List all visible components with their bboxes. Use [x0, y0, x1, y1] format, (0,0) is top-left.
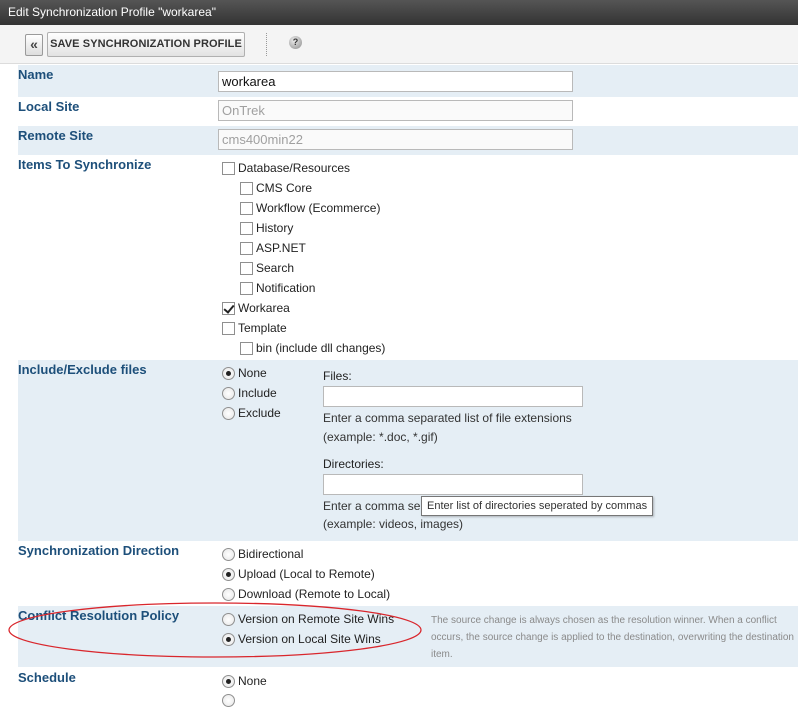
toolbar: « SAVE SYNCHRONIZATION PROFILE ?	[0, 25, 798, 64]
schedule-next-radio[interactable]	[222, 694, 235, 707]
exclude-radio[interactable]	[222, 407, 235, 420]
items-row	[18, 155, 798, 360]
directories-tooltip: Enter list of directories seperated by c…	[421, 496, 654, 516]
history-checkbox[interactable]	[240, 222, 253, 235]
schedule-none-label: None	[238, 674, 267, 688]
local-site-input: OnTrek	[218, 100, 573, 121]
conflict-description: The source change is always chosen as th…	[431, 615, 794, 660]
direction-label: Synchronization Direction	[18, 543, 180, 558]
notification-label: Notification	[256, 281, 316, 295]
aspnet-label: ASP.NET	[256, 241, 306, 255]
toolbar-separator	[266, 33, 267, 56]
exclude-radio-label: Exclude	[238, 406, 281, 420]
bidirectional-label: Bidirectional	[238, 547, 304, 561]
workarea-label: Workarea	[238, 301, 290, 315]
schedule-row	[18, 667, 798, 697]
back-chevron-icon: «	[30, 36, 38, 52]
database-checkbox[interactable]	[222, 162, 235, 175]
directories-input[interactable]	[323, 474, 583, 495]
include-exclude-label: Include/Exclude files	[18, 362, 147, 377]
directories-help-line2: (example: videos, images)	[323, 517, 464, 531]
upload-label: Upload (Local to Remote)	[238, 567, 375, 581]
bidirectional-radio[interactable]	[222, 548, 235, 561]
workflow-checkbox[interactable]	[240, 202, 253, 215]
cms-core-checkbox[interactable]	[240, 182, 253, 195]
upload-radio[interactable]	[222, 568, 235, 581]
template-label: Template	[238, 321, 287, 335]
cms-core-label: CMS Core	[256, 181, 313, 195]
bin-checkbox[interactable]	[240, 342, 253, 355]
back-button[interactable]: «	[25, 34, 43, 56]
none-radio[interactable]	[222, 367, 235, 380]
bin-label: bin (include dll changes)	[256, 341, 386, 355]
include-radio-label: Include	[238, 386, 277, 400]
save-profile-button[interactable]: SAVE SYNCHRONIZATION PROFILE	[47, 32, 245, 57]
items-label: Items To Synchronize	[18, 157, 152, 172]
schedule-label: Schedule	[18, 670, 76, 685]
name-input[interactable]: workarea	[218, 71, 573, 92]
schedule-none-radio[interactable]	[222, 675, 235, 688]
template-checkbox[interactable]	[222, 322, 235, 335]
annotation-ellipse	[8, 602, 422, 658]
database-label: Database/Resources	[238, 161, 351, 175]
remote-site-input: cms400min22	[218, 129, 573, 150]
history-label: History	[256, 221, 294, 235]
aspnet-checkbox[interactable]	[240, 242, 253, 255]
name-label: Name	[18, 67, 54, 82]
files-label: Files:	[323, 369, 352, 383]
include-radio[interactable]	[222, 387, 235, 400]
download-label: Download (Remote to Local)	[238, 587, 391, 601]
search-checkbox[interactable]	[240, 262, 253, 275]
files-help-line2: (example: *.doc, *.gif)	[323, 430, 438, 444]
remote-site-label: Remote Site	[18, 128, 94, 143]
files-input[interactable]	[323, 386, 583, 407]
search-label: Search	[256, 261, 295, 275]
workflow-label: Workflow (Ecommerce)	[256, 201, 381, 215]
help-icon[interactable]: ?	[289, 36, 302, 49]
workarea-checkbox[interactable]	[222, 302, 235, 315]
notification-checkbox[interactable]	[240, 282, 253, 295]
directories-label: Directories:	[323, 457, 384, 471]
directories-help-line1: Enter a comma se	[323, 499, 421, 513]
window-title: Edit Synchronization Profile "workarea"	[0, 0, 798, 25]
none-radio-label: None	[238, 366, 267, 380]
local-site-label: Local Site	[18, 99, 80, 114]
files-help-line1: Enter a comma separated list of file ext…	[323, 411, 572, 425]
